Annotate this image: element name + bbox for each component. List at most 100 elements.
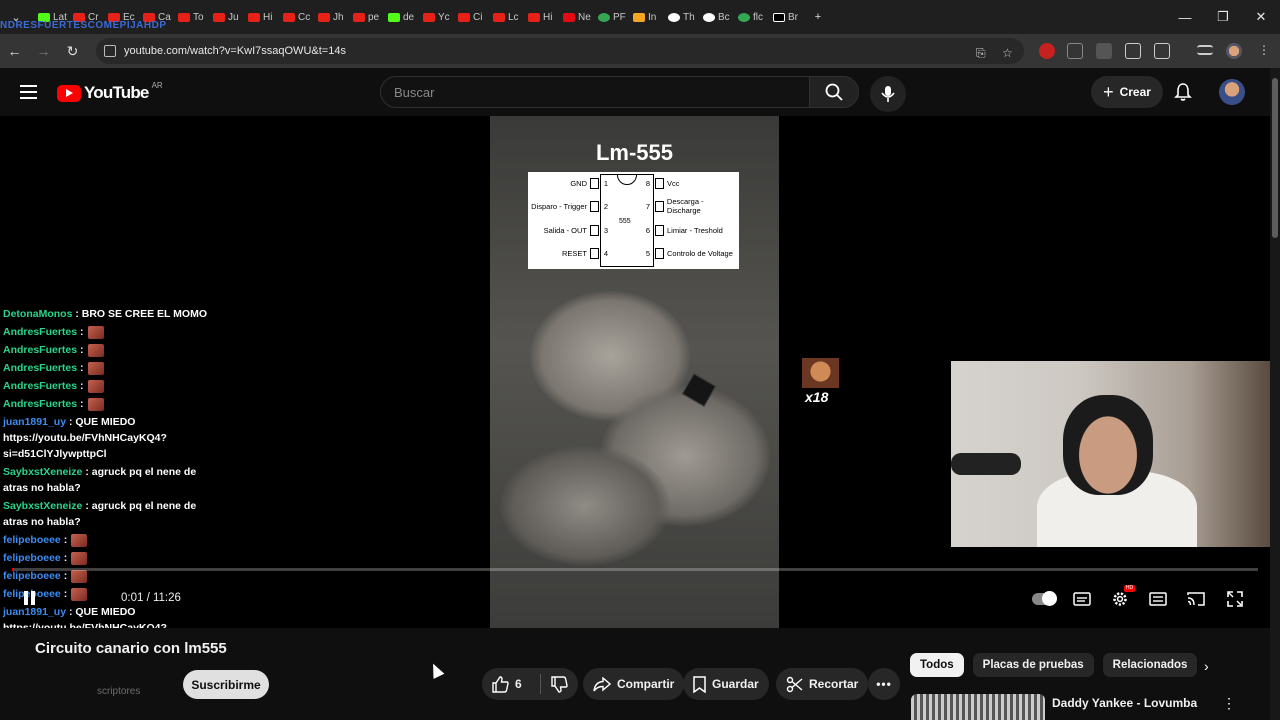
browser-tab[interactable]: In	[627, 0, 662, 34]
browser-menu-icon[interactable]: ⋮	[1258, 43, 1270, 57]
pause-button[interactable]	[24, 591, 38, 605]
browser-tab[interactable]: Lc	[487, 0, 522, 34]
address-bar[interactable]: youtube.com/watch?v=KwI7ssaqOWU&t=14s ⎘ …	[96, 38, 1024, 64]
chat-username[interactable]: AndresFuertes	[3, 326, 77, 338]
chat-username[interactable]: felipeboeee	[3, 552, 61, 564]
media-controls-icon[interactable]	[1197, 45, 1213, 55]
notifications-button[interactable]	[1174, 82, 1192, 107]
chat-username[interactable]: AndresFuertes	[3, 362, 77, 374]
chat-emote-image	[71, 587, 88, 601]
pin-number: 8	[645, 178, 651, 188]
browser-tab[interactable]: Br	[767, 0, 802, 34]
video-player[interactable]: Lm-555 555 GND 1 Disparo - Trigger 2 Salida …	[0, 116, 1270, 628]
share-button[interactable]: Compartir	[583, 668, 685, 700]
chat-username[interactable]: SaybxstXeneize	[3, 466, 82, 478]
browser-tab[interactable]: Hi	[522, 0, 557, 34]
miniplayer-button[interactable]	[1149, 590, 1167, 608]
search-button[interactable]	[809, 76, 859, 108]
extension-icon[interactable]	[1096, 43, 1112, 59]
bookmark-star-icon[interactable]: ☆	[1002, 46, 1013, 60]
divider	[539, 674, 541, 694]
save-label: Guardar	[712, 677, 759, 691]
browser-tab[interactable]: Hi	[242, 0, 277, 34]
thumbs-down-icon[interactable]	[550, 675, 568, 693]
browser-tab[interactable]: de	[382, 0, 417, 34]
filter-chip[interactable]: Todos	[910, 653, 964, 677]
restore-button[interactable]: ❐	[1204, 0, 1242, 34]
clip-button[interactable]: Recortar	[776, 668, 869, 700]
pin-box	[655, 224, 664, 236]
chat-emote-image	[87, 343, 104, 357]
chat-username[interactable]: DetonaMonos	[3, 308, 72, 320]
related-video-title[interactable]: Daddy Yankee - Lovumba	[1052, 696, 1197, 710]
microphone-icon	[881, 86, 895, 102]
menu-icon[interactable]	[20, 85, 37, 99]
autoplay-toggle[interactable]	[1032, 591, 1057, 606]
chat-emote-image	[87, 325, 104, 339]
profile-avatar-icon[interactable]	[1226, 43, 1242, 59]
clip-label: Recortar	[809, 677, 859, 691]
like-button[interactable]: 6	[482, 668, 578, 700]
puzzle-extensions-icon[interactable]	[1154, 43, 1170, 59]
browser-tab[interactable]: Ju	[207, 0, 242, 34]
chat-username[interactable]: AndresFuertes	[3, 344, 77, 356]
youtube-logo[interactable]: YouTube AR	[57, 81, 163, 103]
site-info-icon[interactable]	[104, 45, 116, 57]
tab-label: flc	[753, 11, 763, 23]
chat-text: :	[80, 380, 84, 392]
page-scrollbar[interactable]	[1270, 68, 1280, 720]
browser-tab[interactable]: Bc	[697, 0, 732, 34]
chat-username[interactable]: juan1891_uy	[3, 606, 66, 618]
forward-button[interactable]: →	[29, 34, 58, 68]
browser-tab[interactable]: Th	[662, 0, 697, 34]
voice-search-button[interactable]	[870, 76, 906, 112]
filter-chip[interactable]: Relacionados	[1102, 653, 1198, 677]
tab-favicon-icon	[283, 12, 295, 22]
scrollbar-thumb[interactable]	[1272, 78, 1278, 238]
browser-tab[interactable]: pe	[347, 0, 382, 34]
browser-tab[interactable]: flc	[732, 0, 767, 34]
adblock-extension-icon[interactable]	[1039, 43, 1055, 59]
install-app-icon[interactable]: ⎘	[976, 46, 986, 61]
chat-username[interactable]: SaybxstXeneize	[3, 500, 82, 512]
subtitles-button[interactable]	[1073, 590, 1091, 608]
chat-username[interactable]: juan1891_uy	[3, 416, 66, 428]
account-avatar[interactable]	[1219, 79, 1245, 105]
browser-tab-strip: ⌄ Lat followerCrEcCaToJuHiCcJhpedeYcCiLc…	[0, 0, 1280, 34]
chat-username[interactable]: AndresFuertes	[3, 398, 77, 410]
search-input[interactable]: Buscar	[380, 76, 810, 108]
more-actions-button[interactable]: •••	[868, 668, 900, 700]
subscribe-button[interactable]: Suscribirme	[183, 670, 269, 699]
chevron-right-icon[interactable]: ›	[1204, 658, 1209, 674]
browser-tab[interactable]: Jh	[312, 0, 347, 34]
save-button[interactable]: Guardar	[683, 668, 769, 700]
settings-button[interactable]	[1111, 590, 1129, 608]
new-tab-button[interactable]: +	[802, 0, 834, 34]
browser-tab[interactable]: PF	[592, 0, 627, 34]
minimize-button[interactable]: —	[1166, 0, 1204, 34]
extension-icon[interactable]	[1067, 43, 1083, 59]
tab-favicon-icon	[493, 12, 505, 22]
chat-username[interactable]: AndresFuertes	[3, 380, 77, 392]
filter-chip[interactable]: Placas de pruebas	[972, 653, 1094, 677]
fullscreen-button[interactable]	[1227, 590, 1243, 608]
extension-icon[interactable]	[1125, 43, 1141, 59]
browser-tab[interactable]: Ne	[557, 0, 592, 34]
chat-message: AndresFuertes :	[3, 396, 213, 412]
browser-tab[interactable]: Ci	[452, 0, 487, 34]
cast-button[interactable]	[1187, 590, 1205, 608]
close-window-button[interactable]: ✕	[1242, 0, 1280, 34]
tab-favicon-icon	[738, 12, 750, 22]
back-button[interactable]: ←	[0, 34, 29, 68]
chat-username[interactable]: felipeboeee	[3, 570, 61, 582]
browser-tab[interactable]: Yc	[417, 0, 452, 34]
progress-bar[interactable]	[12, 568, 1258, 571]
reload-button[interactable]: ↻	[58, 34, 87, 68]
related-video-thumbnail[interactable]	[911, 694, 1045, 720]
browser-tab[interactable]: Cc	[277, 0, 312, 34]
channel-subscribers: scriptores	[97, 686, 141, 697]
related-more-icon[interactable]: ⋮	[1222, 695, 1236, 712]
chat-username[interactable]: felipeboeee	[3, 534, 61, 546]
browser-tab[interactable]: To	[172, 0, 207, 34]
create-button[interactable]: + Crear	[1091, 76, 1163, 108]
